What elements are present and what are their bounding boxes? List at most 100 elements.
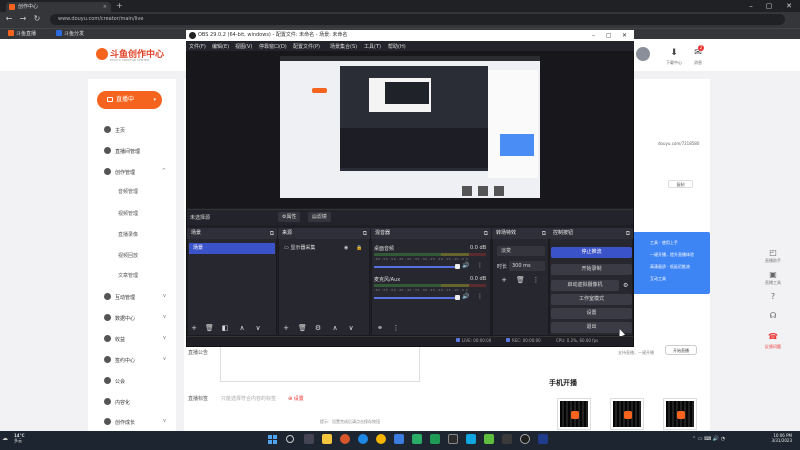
add-source-icon[interactable]: + (282, 324, 290, 332)
sidebar-item-growth[interactable]: 创作成长 v (104, 418, 174, 426)
app-icon[interactable] (484, 434, 494, 444)
obs-maximize-button[interactable]: ▢ (606, 30, 612, 41)
remove-scene-icon[interactable]: 🗑 (205, 324, 214, 332)
submenu-item[interactable]: 音频管理 (118, 188, 138, 195)
obs-taskbar-icon[interactable] (520, 434, 530, 444)
undock-icon[interactable]: ⧉ (270, 228, 274, 239)
sidebar-item-guild[interactable]: 公会 (104, 377, 174, 385)
help-icon[interactable]: ? (766, 292, 780, 301)
back-icon[interactable]: ← (4, 14, 14, 23)
bookmark-item[interactable]: 斗鱼分发 (56, 30, 84, 37)
notice-textarea[interactable] (220, 346, 420, 382)
message-label[interactable]: 消息 (686, 60, 710, 66)
add-transition-icon[interactable]: + (500, 276, 508, 284)
system-tray[interactable]: ⌃ ▭ ⌨ 🔊 ◔ (692, 436, 725, 442)
live-status-button[interactable]: 直播中 ▾ (97, 91, 162, 109)
volume-slider-knob[interactable] (455, 295, 460, 300)
obs-menu-file[interactable]: 文件(F) (189, 43, 206, 50)
maximize-button[interactable]: ▢ (762, 0, 776, 12)
start-recording-button[interactable]: 开始录制 (551, 264, 632, 275)
close-button[interactable]: ✕ (782, 0, 796, 12)
app-icon[interactable] (502, 434, 512, 444)
browser-tab[interactable]: 创作中心 × (6, 2, 111, 12)
scene-filter-icon[interactable]: ◧ (221, 324, 229, 332)
feedback-icon[interactable]: ☎ (766, 332, 780, 341)
float-label[interactable]: 直播工具 (762, 280, 784, 286)
float-label[interactable]: 反馈问题 (762, 344, 784, 350)
reload-icon[interactable]: ↻ (32, 14, 42, 23)
sidebar-item-data[interactable]: 数据中心 v (104, 314, 174, 322)
download-icon[interactable]: ⬇ (664, 48, 684, 58)
move-up-icon[interactable]: ∧ (331, 324, 339, 332)
tag-set-button[interactable]: ⊕ 设置 (288, 395, 304, 402)
windows-start-icon[interactable] (268, 435, 277, 444)
bookmark-item[interactable]: 斗鱼直播 (8, 30, 36, 37)
edge-icon[interactable] (358, 434, 368, 444)
scene-item[interactable]: 场景 (189, 243, 275, 254)
start-live-button[interactable]: 开始直播 (665, 345, 697, 355)
remove-source-icon[interactable]: 🗑 (298, 324, 307, 332)
new-tab-button[interactable]: + (116, 1, 123, 10)
remove-transition-icon[interactable]: 🗑 (516, 276, 525, 284)
speaker-icon[interactable]: 🔊 (462, 293, 469, 300)
tools-icon[interactable]: ▣ (766, 270, 780, 279)
undock-icon[interactable]: ⧉ (542, 228, 546, 239)
transition-menu-icon[interactable]: ⋮ (532, 276, 540, 284)
sidebar-item-creation[interactable]: 创作管理 ^ (104, 168, 174, 176)
transition-select[interactable]: 淡变 (497, 246, 545, 256)
submenu-item[interactable]: 视频回放 (118, 252, 138, 259)
duration-input[interactable]: 300 ms (509, 261, 545, 271)
headset-icon[interactable]: ☊ (766, 311, 780, 320)
weather-widget[interactable]: 14°C 多云 (14, 433, 25, 444)
obs-menu-profile[interactable]: 配置文件(P) (293, 43, 320, 50)
wechat-icon[interactable] (412, 434, 422, 444)
volume-slider-knob[interactable] (455, 264, 460, 269)
obs-menu-view[interactable]: 视图(V) (235, 43, 252, 50)
source-settings-icon[interactable]: ⚙ (314, 324, 322, 332)
url-input[interactable]: www.douyu.com/creator/main/live (50, 14, 785, 25)
sidebar-item-home[interactable]: 主页 (104, 126, 174, 134)
obs-close-button[interactable]: ✕ (622, 30, 627, 41)
virtual-camera-settings-icon[interactable]: ⚙ (623, 282, 628, 289)
undock-icon[interactable]: ⧉ (626, 228, 630, 239)
obs-menu-docks[interactable]: 停靠窗口(D) (259, 43, 287, 50)
submenu-item[interactable]: 视频管理 (118, 210, 138, 217)
file-explorer-icon[interactable] (322, 434, 332, 444)
sidebar-item-contract[interactable]: 签约中心 v (104, 356, 174, 364)
obs-minimize-button[interactable]: – (592, 30, 595, 41)
filters-button[interactable]: ▤滤镜 (308, 212, 331, 222)
properties-button[interactable]: ⚙属性 (278, 212, 301, 222)
forward-icon[interactable]: → (18, 14, 28, 23)
app-icon[interactable] (448, 434, 458, 444)
tab-close-icon[interactable]: × (103, 2, 107, 12)
chevron-down-icon[interactable]: ▾ (153, 91, 156, 109)
store-icon[interactable] (394, 434, 404, 444)
studio-mode-button[interactable]: 工作室模式 (551, 294, 632, 305)
advanced-audio-icon[interactable]: ⚭ (376, 324, 384, 332)
chrome-icon[interactable] (376, 434, 386, 444)
lock-icon[interactable]: 🔒 (356, 243, 362, 254)
move-down-icon[interactable]: ∨ (347, 324, 355, 332)
obs-menu-help[interactable]: 帮助(H) (388, 43, 406, 50)
sidebar-item-content[interactable]: 内容化 (104, 398, 174, 406)
sidebar-item-income[interactable]: 收益 v (104, 335, 174, 343)
task-view-icon[interactable] (304, 434, 314, 444)
settings-button[interactable]: 设置 (551, 308, 632, 319)
move-down-icon[interactable]: ∨ (254, 324, 262, 332)
stop-streaming-button[interactable]: 停止推流 (551, 247, 632, 258)
site-logo[interactable]: 斗鱼创作中心 DOUYU CREATOR CENTER (96, 47, 164, 63)
helper-icon[interactable]: ◰ (766, 248, 780, 257)
obs-menu-edit[interactable]: 编辑(E) (212, 43, 229, 50)
weather-icon[interactable]: ☁ (2, 435, 8, 442)
sidebar-item-interaction[interactable]: 互动管理 v (104, 293, 174, 301)
submenu-item[interactable]: 直播录像 (118, 231, 138, 238)
submenu-item[interactable]: 文章管理 (118, 272, 138, 279)
copy-button[interactable]: 复制 (668, 180, 693, 188)
add-scene-icon[interactable]: + (190, 324, 198, 332)
speaker-icon[interactable]: 🔊 (462, 262, 469, 269)
search-icon[interactable] (286, 435, 294, 443)
mixer-menu-icon[interactable]: ⋮ (392, 324, 400, 332)
download-label[interactable]: 下载中心 (662, 60, 686, 66)
volume-slider[interactable] (374, 297, 458, 299)
undock-icon[interactable]: ⧉ (484, 228, 488, 239)
